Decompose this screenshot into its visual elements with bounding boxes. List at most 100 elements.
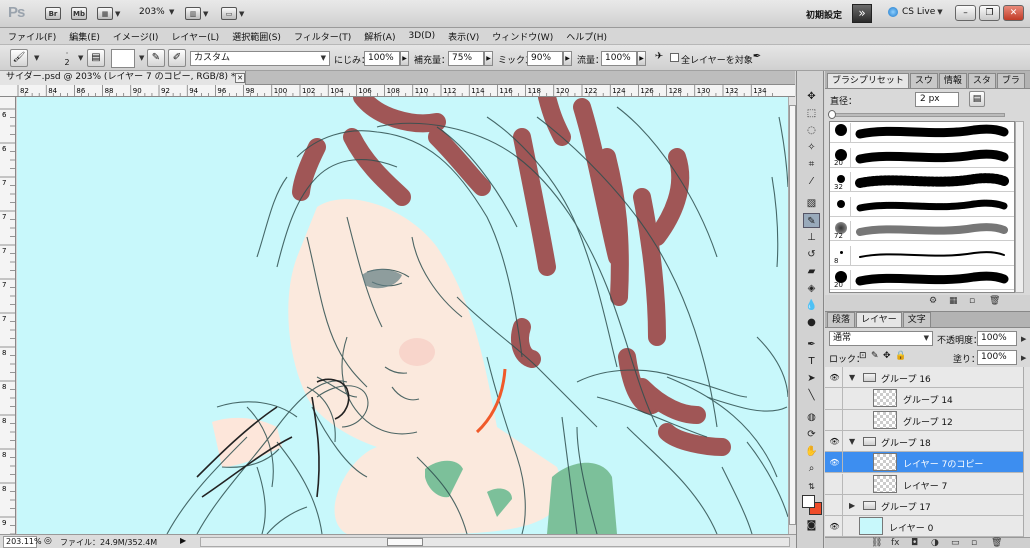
menu-file[interactable]: ファイル(F) [8, 30, 56, 43]
canvas-vertical-scrollbar[interactable] [788, 97, 796, 534]
chevron-right-icon[interactable]: ▶ [1021, 354, 1026, 362]
wet-field[interactable]: 100% [364, 51, 400, 66]
delete-layer-icon[interactable]: 🗑 [991, 538, 1002, 548]
chevron-right-icon[interactable]: ▶ [180, 536, 186, 545]
load-stepper[interactable]: ▶ [484, 51, 493, 66]
minimize-button[interactable]: – [955, 5, 976, 21]
menu-edit[interactable]: 編集(E) [69, 30, 100, 43]
brush-diameter-field[interactable]: 2 px [915, 92, 959, 107]
layer-list-scrollbar[interactable] [1023, 367, 1030, 537]
path-selection-tool[interactable]: ➤ [803, 371, 820, 386]
menu-filter[interactable]: フィルター(T) [294, 30, 351, 43]
tab-swatches[interactable]: スウ [909, 73, 938, 88]
lock-position-icon[interactable]: ✥ [883, 351, 891, 361]
3d-rotate-tool[interactable]: ◍ [803, 410, 820, 425]
fill-field[interactable]: 100% [977, 350, 1017, 365]
layer-visibility-toggle[interactable] [827, 388, 843, 409]
brush-preset[interactable]: 72 [830, 220, 1014, 241]
new-preset-icon[interactable]: ▫ [969, 296, 975, 306]
brush-options-icon[interactable]: ⚙ [929, 296, 937, 306]
lock-pixels-icon[interactable]: ✎ [871, 351, 879, 361]
menu-layer[interactable]: レイヤー(L) [171, 30, 219, 43]
layer-mask-icon[interactable]: ◘ [911, 538, 918, 548]
pen-tool[interactable]: ✒ [803, 337, 820, 352]
more-workspaces-button[interactable]: » [852, 4, 872, 23]
layer-row[interactable]: ▶ グループ 17 [825, 494, 1023, 517]
workspace-switcher[interactable]: 初期設定 [806, 8, 842, 21]
bridge-button[interactable]: Br [44, 5, 62, 22]
close-button[interactable]: ✕ [1003, 5, 1024, 21]
flow-field[interactable]: 100% [601, 51, 637, 66]
brush-list-scrollbar[interactable] [1015, 121, 1024, 293]
opacity-field[interactable]: 100% [977, 331, 1017, 346]
tab-brush-presets[interactable]: ブラシプリセット [827, 73, 909, 88]
lock-transparent-icon[interactable]: ⊡ [859, 351, 867, 361]
dodge-tool[interactable]: ● [803, 315, 820, 330]
marquee-tool[interactable]: ⬚ [803, 106, 820, 121]
brush-preset[interactable]: 32 [830, 171, 1014, 192]
tablet-pressure-toggle[interactable]: ✒ [748, 49, 766, 67]
mini-bridge-button[interactable]: Mb [70, 5, 88, 22]
brush-diameter-slider[interactable] [828, 110, 1005, 119]
history-brush-tool[interactable]: ↺ [803, 247, 820, 262]
status-options-icon[interactable]: ◎ [44, 536, 52, 546]
flow-stepper[interactable]: ▶ [637, 51, 646, 66]
brush-size-picker[interactable]: · 2 [56, 50, 78, 68]
layer-row[interactable]: 👁 レイヤー 0 [825, 516, 1023, 537]
adjustment-layer-icon[interactable]: ◑ [931, 538, 939, 548]
tab-styles[interactable]: スタ [967, 73, 996, 88]
expand-triangle-icon[interactable]: ▼ [849, 437, 855, 446]
healing-brush-tool[interactable]: ▧ [803, 196, 820, 211]
foreground-color-swatch[interactable] [802, 495, 815, 508]
screen-mode-button[interactable]: ▭ ▼ [220, 5, 245, 22]
brush-grid-icon[interactable]: ▦ [949, 296, 958, 306]
arrange-documents-button[interactable]: ▥ ▼ [184, 5, 209, 22]
layer-visibility-toggle[interactable] [827, 473, 843, 494]
load-brush-button[interactable]: ✎ [147, 49, 165, 67]
status-zoom-field[interactable]: 203.11% [3, 536, 42, 548]
collapse-triangle-icon[interactable]: ▶ [849, 501, 855, 510]
mixer-preset-select[interactable]: カスタム ▼ [190, 51, 330, 66]
zoom-tool[interactable]: ⌕ [803, 461, 820, 476]
scrollbar-thumb[interactable] [387, 538, 423, 546]
scrollbar-thumb[interactable] [789, 105, 796, 525]
airbrush-toggle[interactable]: ✈ [650, 49, 668, 67]
brush-preset[interactable] [830, 122, 1014, 143]
tab-brush[interactable]: ブラ [996, 73, 1025, 88]
menu-view[interactable]: 表示(V) [448, 30, 479, 43]
layer-style-icon[interactable]: fx [891, 538, 900, 548]
layer-visibility-toggle[interactable] [827, 409, 843, 430]
document-close-button[interactable]: ✕ [235, 73, 245, 83]
load-field[interactable]: 75% [448, 51, 484, 66]
toggle-brush-panel-button[interactable]: ▤ [969, 91, 985, 107]
current-brush-load-swatch[interactable] [111, 49, 135, 68]
clean-brush-button[interactable]: ✐ [168, 49, 186, 67]
layer-visibility-toggle[interactable] [827, 494, 843, 516]
document-tab[interactable]: サイダー.psd @ 203% (レイヤー 7 のコピー, RGB/8) * [0, 71, 246, 85]
layer-row[interactable]: 👁 ▼ グループ 16 [825, 367, 1023, 389]
swap-colors-button[interactable]: ⇅ [803, 479, 820, 494]
menu-help[interactable]: ヘルプ(H) [566, 30, 607, 43]
tab-paragraph[interactable]: 段落 [827, 312, 856, 327]
paint-bucket-tool[interactable]: ◈ [803, 281, 820, 296]
chevron-right-icon[interactable]: ▶ [1021, 335, 1026, 343]
layer-row[interactable]: グループ 12 [825, 409, 1023, 431]
zoom-level-dropdown[interactable]: 203% ▼ [139, 7, 174, 17]
brush-preset[interactable] [830, 196, 1014, 217]
view-extras-button[interactable]: ▦ ▼ [96, 5, 121, 22]
sample-all-layers-checkbox[interactable] [670, 53, 679, 62]
mix-stepper[interactable]: ▶ [563, 51, 572, 66]
wet-stepper[interactable]: ▶ [400, 51, 409, 66]
type-tool[interactable]: T [803, 354, 820, 369]
line-tool[interactable]: ╲ [803, 388, 820, 403]
menu-image[interactable]: イメージ(I) [113, 30, 159, 43]
restore-button[interactable]: ❐ [979, 5, 1000, 21]
layer-visibility-toggle[interactable]: 👁 [827, 452, 843, 473]
tab-character[interactable]: 文字 [902, 312, 931, 327]
expand-triangle-icon[interactable]: ▼ [849, 373, 855, 382]
brush-preset[interactable]: 20 [830, 147, 1014, 168]
cs-live-menu[interactable]: CS Live ▼ [888, 7, 943, 17]
document-canvas[interactable] [17, 97, 788, 534]
tab-info[interactable]: 情報 [938, 73, 967, 88]
brush-panel-toggle[interactable]: ▤ [87, 49, 105, 67]
